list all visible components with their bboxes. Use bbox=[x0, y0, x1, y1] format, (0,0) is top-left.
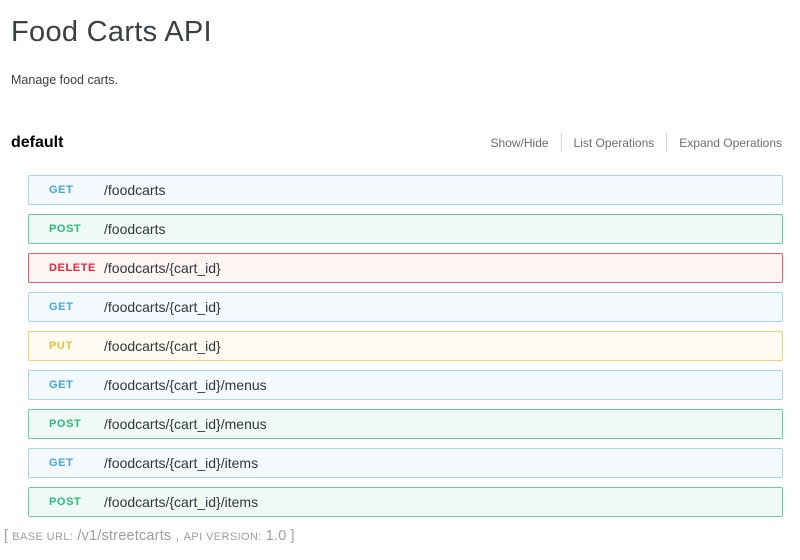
endpoint-path[interactable]: /foodcarts/{cart_id}/items bbox=[104, 494, 258, 510]
base-url-value: /v1/streetcarts bbox=[77, 528, 171, 544]
method-badge: GET bbox=[49, 301, 104, 313]
method-badge: POST bbox=[49, 418, 104, 430]
base-url-label: BASE URL: bbox=[12, 531, 73, 543]
endpoint-path[interactable]: /foodcarts/{cart_id} bbox=[104, 260, 221, 276]
endpoint-list: GET /foodcarts POST /foodcarts DELETE /f… bbox=[28, 175, 783, 517]
method-badge: GET bbox=[49, 457, 104, 469]
show-hide-link[interactable]: Show/Hide bbox=[491, 136, 549, 150]
swagger-page: Food Carts API Manage food carts. defaul… bbox=[0, 0, 800, 560]
method-badge: POST bbox=[49, 223, 104, 235]
section-header: default Show/Hide List Operations Expand… bbox=[11, 133, 782, 152]
endpoint-row-delete[interactable]: DELETE /foodcarts/{cart_id} bbox=[28, 253, 783, 283]
endpoint-row-put[interactable]: PUT /foodcarts/{cart_id} bbox=[28, 331, 783, 361]
api-version-value: 1.0 bbox=[266, 528, 287, 544]
vertical-divider bbox=[666, 133, 667, 152]
endpoint-path[interactable]: /foodcarts/{cart_id} bbox=[104, 299, 221, 315]
endpoint-row-get[interactable]: GET /foodcarts/{cart_id}/items bbox=[28, 448, 783, 478]
method-badge: GET bbox=[49, 379, 104, 391]
list-operations-link[interactable]: List Operations bbox=[574, 136, 655, 150]
endpoint-row-post[interactable]: POST /foodcarts/{cart_id}/menus bbox=[28, 409, 783, 439]
method-badge: POST bbox=[49, 496, 104, 508]
endpoint-row-get[interactable]: GET /foodcarts/{cart_id} bbox=[28, 292, 783, 322]
footer-bracket-open: [ bbox=[4, 528, 8, 544]
endpoint-path[interactable]: /foodcarts/{cart_id} bbox=[104, 338, 221, 354]
page-header: Food Carts API Manage food carts. bbox=[0, 0, 800, 87]
endpoint-path[interactable]: /foodcarts/{cart_id}/menus bbox=[104, 377, 267, 393]
page-title: Food Carts API bbox=[11, 16, 800, 49]
endpoint-row-get[interactable]: GET /foodcarts/{cart_id}/menus bbox=[28, 370, 783, 400]
vertical-divider bbox=[561, 133, 562, 152]
section-actions: Show/Hide List Operations Expand Operati… bbox=[491, 133, 782, 152]
api-footer: [ BASE URL: /v1/streetcarts, API VERSION: 1.… bbox=[4, 528, 800, 544]
method-badge: GET bbox=[49, 184, 104, 196]
method-badge: PUT bbox=[49, 340, 104, 352]
section-title-default[interactable]: default bbox=[11, 134, 63, 152]
endpoint-row-post[interactable]: POST /foodcarts/{cart_id}/items bbox=[28, 487, 783, 517]
endpoint-row-post[interactable]: POST /foodcarts bbox=[28, 214, 783, 244]
endpoint-row-get[interactable]: GET /foodcarts bbox=[28, 175, 783, 205]
expand-operations-link[interactable]: Expand Operations bbox=[679, 136, 782, 150]
endpoint-path[interactable]: /foodcarts bbox=[104, 221, 165, 237]
method-badge: DELETE bbox=[49, 262, 104, 274]
footer-bracket-close: ] bbox=[291, 528, 295, 544]
api-version-label: API VERSION: bbox=[184, 531, 262, 543]
endpoint-path[interactable]: /foodcarts/{cart_id}/items bbox=[104, 455, 258, 471]
endpoint-path[interactable]: /foodcarts bbox=[104, 182, 165, 198]
footer-separator: , bbox=[175, 528, 179, 544]
page-description: Manage food carts. bbox=[11, 73, 800, 87]
endpoint-path[interactable]: /foodcarts/{cart_id}/menus bbox=[104, 416, 267, 432]
